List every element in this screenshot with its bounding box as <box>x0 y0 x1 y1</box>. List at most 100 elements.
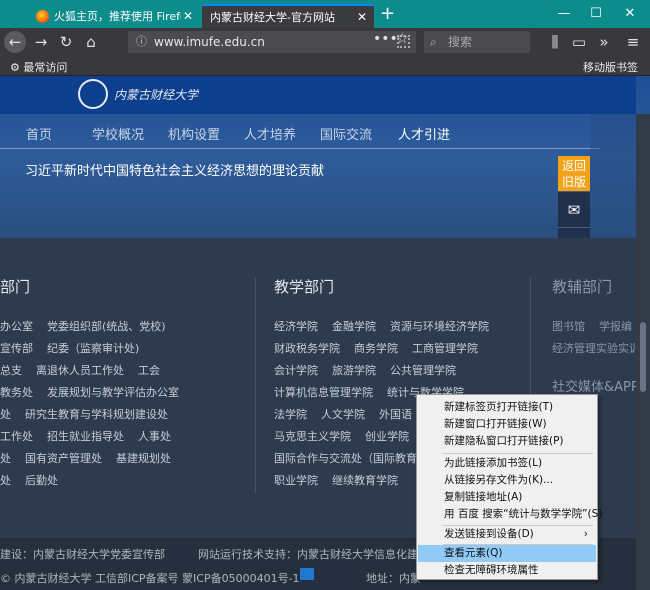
link-row: 宣传部 纪委（监察审计处) <box>0 340 153 356</box>
dept-link[interactable]: 人事处 <box>138 430 171 443</box>
home-icon[interactable]: ⌂ <box>80 31 102 53</box>
dept-link[interactable]: 宣传部 <box>0 342 33 355</box>
menu-open-new-tab[interactable]: 新建标签页打开链接(T) <box>418 399 596 416</box>
logo-text: 内蒙古财经大学 <box>114 87 199 102</box>
scrollbar-thumb[interactable] <box>640 322 646 392</box>
dept-link[interactable]: 纪委（监察审计处) <box>47 342 139 355</box>
reload-button[interactable]: ↻ <box>55 31 77 53</box>
nav-toolbar: ← → ↻ ⌂ ⓘ www.imufe.edu.cn ••• ☆ ⌕ 搜索 ⫼ … <box>0 28 650 56</box>
school-link[interactable]: 会计学院 <box>274 364 318 377</box>
support-link[interactable]: 经济管理实验实训 <box>552 342 640 355</box>
link-row: 马克思主义学院 创业学院 <box>274 428 423 444</box>
link-row: 工作处 招生就业指导处 人事处 <box>0 428 185 444</box>
nav-international[interactable]: 国际交流 <box>320 124 372 143</box>
nav-education[interactable]: 人才培养 <box>244 124 296 143</box>
nav-home[interactable]: 首页 <box>26 124 52 143</box>
dept-link[interactable]: 处 <box>0 408 11 421</box>
menu-inspect-element[interactable]: 查看元素(Q) <box>418 545 596 562</box>
tab-label: 火狐主页，推荐使用 Firefox 火... <box>54 10 181 23</box>
dept-link[interactable]: 国有资产管理处 <box>25 452 102 465</box>
search-input[interactable]: ⌕ 搜索 <box>424 31 530 53</box>
dept-link[interactable]: 处 <box>0 474 11 487</box>
headline-link[interactable]: 习近平新时代中国特色社会主义经济思想的理论贡献 <box>25 160 324 179</box>
dept-link[interactable]: 研究生教育与学科规划建设处 <box>25 408 168 421</box>
url-text: www.imufe.edu.cn <box>154 35 265 49</box>
school-link[interactable]: 外国语 <box>379 408 412 421</box>
menu-open-private-window[interactable]: 新建隐私窗口打开链接(P) <box>418 433 596 450</box>
school-link[interactable]: 计算机信息管理学院 <box>274 386 373 399</box>
school-link[interactable]: 职业学院 <box>274 474 318 487</box>
dept-link[interactable]: 办公室 <box>0 320 33 333</box>
close-icon[interactable]: ✕ <box>181 9 195 23</box>
dept-link[interactable]: 工作处 <box>0 430 33 443</box>
site-logo[interactable]: 内蒙古财经大学 <box>78 79 198 109</box>
nav-overview[interactable]: 学校概况 <box>92 124 144 143</box>
close-icon[interactable]: ✕ <box>355 10 369 24</box>
main-nav: 首页 学校概况 机构设置 人才培养 国际交流 人才引进 <box>0 124 590 146</box>
school-link[interactable]: 马克思主义学院 <box>274 430 351 443</box>
bookmarks-bar: ⚙ 最常访问 移动版书签 <box>0 56 650 76</box>
search-placeholder: 搜索 <box>448 35 473 49</box>
mail-icon[interactable]: ✉ <box>558 192 590 228</box>
dept-link[interactable]: 总支 <box>0 364 22 377</box>
menu-label: 发送链接到设备(D) <box>444 528 534 540</box>
close-window-button[interactable]: ✕ <box>620 6 640 21</box>
dept-link[interactable]: 后勤处 <box>25 474 58 487</box>
overflow-icon[interactable]: » <box>593 31 615 53</box>
school-link[interactable]: 金融学院 <box>332 320 376 333</box>
menu-inspect-accessibility[interactable]: 检查无障碍环境属性 <box>418 562 596 579</box>
star-icon[interactable]: ☆ <box>396 31 409 47</box>
bookmark-mobile[interactable]: 移动版书签 <box>583 59 638 75</box>
dept-link[interactable]: 教务处 <box>0 386 33 399</box>
maximize-button[interactable]: ☐ <box>586 6 606 21</box>
menu-copy-link[interactable]: 复制链接地址(A) <box>418 489 596 506</box>
dept-link[interactable]: 招生就业指导处 <box>47 430 124 443</box>
support-link[interactable]: 图书馆 <box>552 320 585 333</box>
school-link[interactable]: 法学院 <box>274 408 307 421</box>
menu-search-baidu[interactable]: 用 百度 搜索“统计与数学学院”(S) <box>418 506 602 523</box>
sidebar-icon[interactable]: ▭ <box>568 31 590 53</box>
menu-save-link-as[interactable]: 从链接另存文件为(K)... <box>418 472 596 489</box>
school-link[interactable]: 财政税务学院 <box>274 342 340 355</box>
tab-firefox-home[interactable]: 火狐主页，推荐使用 Firefox 火... ✕ <box>30 4 200 28</box>
nav-talent[interactable]: 人才引进 <box>398 124 450 143</box>
school-link[interactable]: 经济学院 <box>274 320 318 333</box>
dept-link[interactable]: 基建规划处 <box>116 452 171 465</box>
menu-send-to-device[interactable]: 发送链接到设备(D) › <box>418 526 596 543</box>
info-icon[interactable]: ⓘ <box>136 31 147 53</box>
school-link[interactable]: 人文学院 <box>321 408 365 421</box>
footer-link[interactable]: © 内蒙古财经大学 工信部ICP备案号 蒙ICP备05000401号-1 <box>0 570 300 586</box>
support-link[interactable]: 学报编 <box>599 320 632 333</box>
menu-open-new-window[interactable]: 新建窗口打开链接(W) <box>418 416 596 433</box>
menu-bookmark-link[interactable]: 为此链接添加书签(L) <box>418 455 596 472</box>
school-link[interactable]: 商务学院 <box>354 342 398 355</box>
bookmark-most-visited[interactable]: ⚙ 最常访问 <box>10 59 67 75</box>
link-row: 图书馆 学报编 <box>552 318 646 334</box>
dept-link[interactable]: 发展规划与教学评估办公室 <box>47 386 179 399</box>
school-link[interactable]: 工商管理学院 <box>412 342 478 355</box>
back-button[interactable]: ← <box>4 31 26 53</box>
tab-imufe[interactable]: 内蒙古财经大学-官方网站 ✕ <box>202 4 374 28</box>
dept-link[interactable]: 工会 <box>138 364 160 377</box>
library-icon[interactable]: ⫼ <box>544 31 566 53</box>
menu-icon[interactable]: ≡ <box>622 31 644 53</box>
school-link[interactable]: 公共管理学院 <box>390 364 456 377</box>
school-link[interactable]: 旅游学院 <box>332 364 376 377</box>
column-title: 教辅部门 <box>552 278 613 296</box>
link-row: 处 国有资产管理处 基建规划处 <box>0 450 185 466</box>
more-icon[interactable]: ••• <box>373 31 398 47</box>
dept-link[interactable]: 离退休人员工作处 <box>36 364 124 377</box>
forward-button[interactable]: → <box>30 31 52 53</box>
new-tab-button[interactable]: + <box>380 4 395 24</box>
school-link[interactable]: 继续教育学院 <box>332 474 398 487</box>
school-link[interactable]: 国际合作与交流处（国际教育 <box>274 452 417 465</box>
link-row: 总支 离退休人员工作处 工会 <box>0 362 174 378</box>
school-link[interactable]: 创业学院 <box>365 430 409 443</box>
nav-departments[interactable]: 机构设置 <box>168 124 220 143</box>
return-old-version-button[interactable]: 返回旧版 <box>558 156 590 192</box>
dept-link[interactable]: 党委组织部(统战、党校) <box>47 320 166 333</box>
dept-link[interactable]: 处 <box>0 452 11 465</box>
minimize-button[interactable]: — <box>554 6 574 21</box>
link-row: 财政税务学院 商务学院 工商管理学院 <box>274 340 492 356</box>
school-link[interactable]: 资源与环境经济学院 <box>390 320 489 333</box>
